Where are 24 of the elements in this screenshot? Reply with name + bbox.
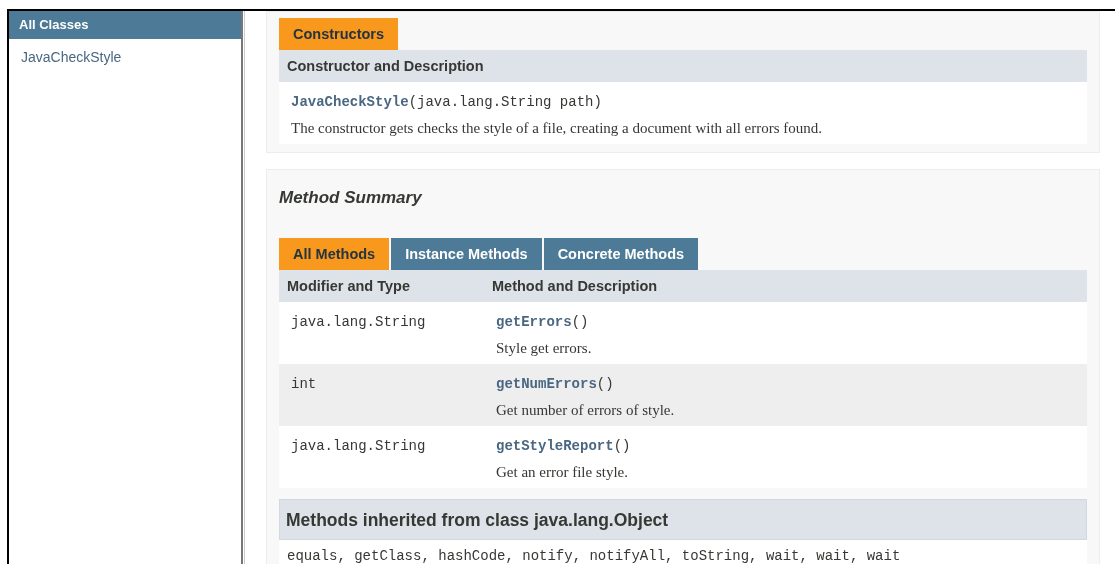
filter-tab[interactable]: All Methods: [279, 238, 390, 270]
column-header: Method and Description: [492, 277, 658, 296]
section-title: Method Summary: [279, 187, 423, 209]
description: Get number of errors of style.: [496, 401, 675, 420]
method-link[interactable]: getNumErrors(): [496, 376, 614, 392]
description: Style get errors.: [496, 339, 592, 358]
section-caption: Constructors: [279, 18, 399, 50]
table-header: Constructor and Description: [279, 50, 1087, 82]
inherited-methods: equals, getClass, hashCode, notify, notifyAll, toString, wait, wait, wait: [287, 548, 901, 564]
class-link[interactable]: JavaCheckStyle: [9, 39, 122, 68]
sidebar-title: All Classes: [9, 11, 241, 39]
filter-tab[interactable]: Concrete Methods: [543, 238, 699, 270]
method-link[interactable]: getStyleReport(): [496, 438, 631, 454]
method-link[interactable]: getErrors(): [496, 314, 589, 330]
column-header: Modifier and Type: [287, 277, 411, 296]
inherited-header: Methods inherited from class java.lang.Object: [279, 499, 1087, 540]
constructor-link[interactable]: JavaCheckStyle: [291, 94, 409, 110]
parameter-list: (java.lang.String path): [408, 94, 602, 110]
return-type: java.lang.String: [291, 438, 426, 454]
return-type: java.lang.String: [291, 314, 426, 330]
filter-tab[interactable]: Instance Methods: [391, 238, 542, 270]
return-type: int: [291, 376, 317, 392]
description: The constructor gets checks the style of a file, creating a document with all errors found.: [291, 119, 823, 138]
description: Get an error file style.: [496, 463, 630, 482]
